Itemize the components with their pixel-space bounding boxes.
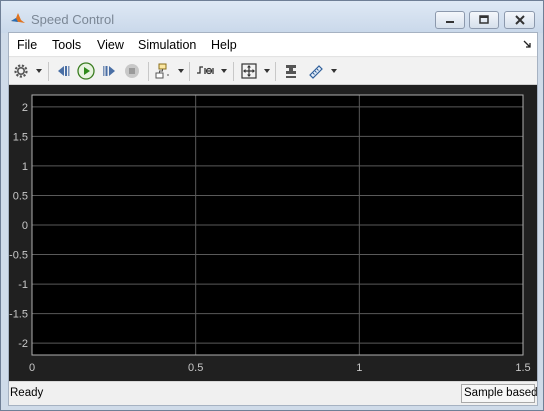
step-forward-button[interactable] <box>99 61 119 81</box>
menu-file[interactable]: File <box>17 38 37 52</box>
matlab-logo-icon <box>10 11 26 27</box>
y-tick-label: 1.5 <box>13 131 28 143</box>
stop-icon <box>125 64 139 78</box>
toolbar-separator <box>275 62 276 81</box>
highlight-block-button[interactable] <box>153 61 173 81</box>
client-area: File Tools View Simulation Help 2 1.5 1 … <box>8 32 538 406</box>
menu-tools[interactable]: Tools <box>52 38 81 52</box>
close-button[interactable] <box>504 11 535 29</box>
status-text: Ready <box>10 387 44 399</box>
window-title: Speed Control <box>31 12 115 27</box>
run-button[interactable] <box>76 61 96 81</box>
toolbar <box>9 58 537 85</box>
menu-view[interactable]: View <box>97 38 124 52</box>
legend-icon <box>286 65 296 78</box>
y-tick-label: -1.5 <box>9 309 28 321</box>
gear-icon <box>14 64 28 78</box>
maximize-icon <box>479 15 489 24</box>
trigger-icon <box>197 66 214 75</box>
y-tick-label: -1 <box>18 279 28 291</box>
menu-simulation[interactable]: Simulation <box>138 38 196 52</box>
step-forward-icon <box>103 66 115 76</box>
scale-axes-button[interactable] <box>239 61 259 81</box>
configuration-properties-button[interactable] <box>11 61 31 81</box>
toolbar-separator <box>189 62 190 81</box>
scope-plot[interactable]: 21.510.50-0.5-1-1.5-20 0.5 1 1.5 <box>9 85 537 381</box>
chevron-down-icon[interactable] <box>178 69 184 73</box>
menu-help[interactable]: Help <box>211 38 237 52</box>
undock-icon[interactable] <box>523 39 533 49</box>
toolbar-separator <box>233 62 234 81</box>
scope-window: Speed Control File Tools View Simulation… <box>0 0 544 411</box>
highlight-block-icon <box>155 63 169 79</box>
maximize-button[interactable] <box>469 11 499 29</box>
x-tick-label: 1.5 <box>515 362 530 374</box>
close-icon <box>514 15 525 25</box>
toolbar-separator <box>148 62 149 81</box>
step-back-button[interactable] <box>53 61 73 81</box>
measurements-button[interactable] <box>306 61 326 81</box>
minimize-icon <box>446 21 454 23</box>
y-tick-label: -2 <box>18 338 28 350</box>
chevron-down-icon[interactable] <box>264 69 270 73</box>
toolbar-separator <box>48 62 49 81</box>
legend-style-button[interactable] <box>281 61 301 81</box>
zoom-fit-icon <box>241 63 257 79</box>
y-tick-label: 1 <box>22 161 28 173</box>
step-back-icon <box>58 66 70 76</box>
triggers-button[interactable] <box>196 61 216 81</box>
sample-mode-indicator: Sample based <box>461 384 538 403</box>
chevron-down-icon[interactable] <box>36 69 42 73</box>
y-tick-label: 0 <box>22 220 28 232</box>
chevron-down-icon[interactable] <box>331 69 337 73</box>
y-tick-label: -0.5 <box>9 250 28 262</box>
status-bar: Ready Sample based <box>9 381 538 405</box>
x-tick-label: 0.5 <box>188 362 203 374</box>
chevron-down-icon[interactable] <box>221 69 227 73</box>
run-icon <box>77 62 95 80</box>
ruler-icon <box>309 65 323 79</box>
minimize-button[interactable] <box>435 11 465 29</box>
y-tick-label: 2 <box>22 102 28 114</box>
title-bar[interactable]: Speed Control <box>1 1 543 33</box>
y-tick-label: 0.5 <box>13 190 28 202</box>
x-tick-label: 0 <box>29 362 35 374</box>
x-tick-label: 1 <box>356 362 362 374</box>
stop-button[interactable] <box>122 61 142 81</box>
menu-bar: File Tools View Simulation Help <box>9 33 537 57</box>
scope-display[interactable]: 2 1.5 1 0.5 0 -0.5 -1 -1.5 -2 0 0.5 1 1.5 <box>9 85 537 381</box>
